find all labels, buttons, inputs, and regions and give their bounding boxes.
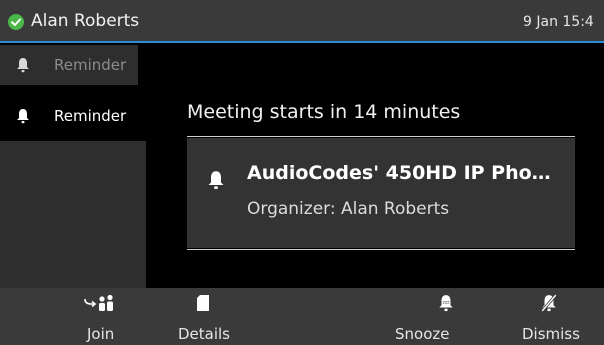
- meeting-subject: AudioCodes' 450HD IP Pho…: [247, 162, 551, 184]
- meeting-organizer: Organizer: Alan Roberts: [247, 199, 450, 219]
- bell-icon: [16, 108, 30, 128]
- divider: [187, 249, 575, 250]
- date-time: 9 Jan 15:4: [523, 14, 594, 30]
- sidebar-item-reminder-inactive[interactable]: Reminder: [0, 45, 138, 85]
- softkey-label: Join: [87, 325, 115, 343]
- sidebar-item-label: Reminder: [54, 107, 127, 125]
- softkey-label: Details: [178, 325, 231, 343]
- softkey-label: Dismiss: [522, 325, 580, 343]
- sidebar-item-label: Reminder: [54, 56, 127, 74]
- join-button[interactable]: Join: [30, 288, 130, 345]
- bell-icon: [207, 170, 225, 194]
- svg-text:zzz: zzz: [442, 301, 450, 306]
- status-bar: Alan Roberts 9 Jan 15:4: [0, 0, 604, 43]
- details-button[interactable]: Details: [160, 288, 260, 345]
- divider: [187, 136, 575, 137]
- sidebar-item-reminder-active[interactable]: Reminder: [0, 93, 146, 141]
- reminder-title: Meeting starts in 14 minutes: [187, 101, 461, 123]
- sidebar: Reminder Reminder: [0, 45, 146, 288]
- bell-icon: [16, 57, 30, 77]
- dismiss-bell-icon: [540, 294, 558, 316]
- dismiss-button[interactable]: Dismiss: [512, 288, 604, 345]
- details-icon: [196, 294, 210, 316]
- presence-available-icon: [8, 14, 24, 30]
- snooze-button[interactable]: zzz Snooze: [385, 288, 485, 345]
- sidebar-empty-area: [0, 141, 146, 288]
- softkey-bar: Join Details zzz Snooze Dismiss: [0, 288, 604, 345]
- snooze-icon: zzz: [438, 294, 454, 316]
- softkey-label: Snooze: [395, 325, 450, 343]
- join-meeting-icon: [83, 294, 119, 316]
- meeting-card[interactable]: AudioCodes' 450HD IP Pho… Organizer: Ala…: [187, 138, 575, 248]
- user-name: Alan Roberts: [31, 11, 140, 31]
